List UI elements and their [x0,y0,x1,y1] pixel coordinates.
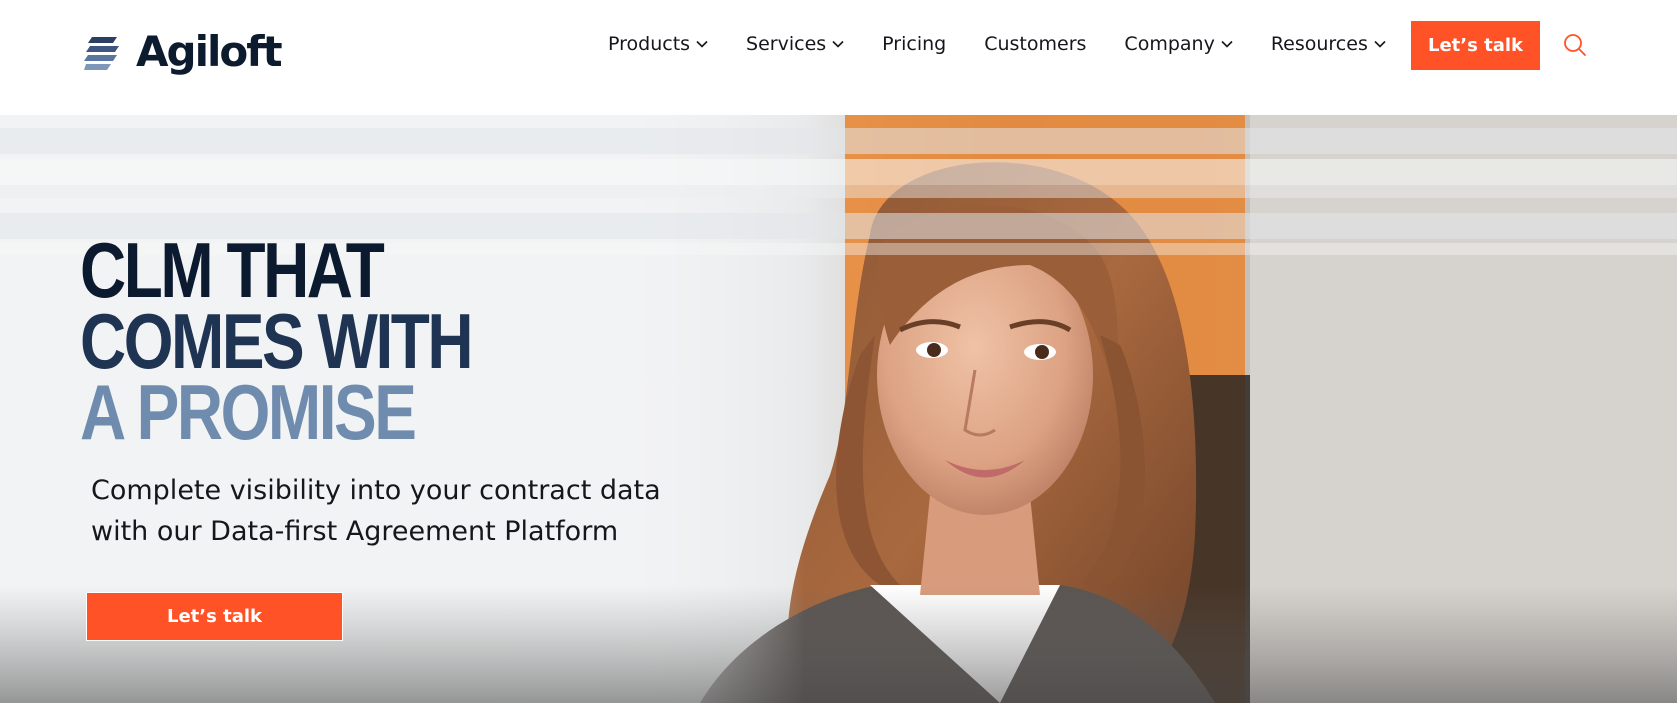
decorative-stripe [0,159,1677,185]
main-nav: Products Services Pricing Customers Comp… [608,31,1386,57]
chevron-down-icon [1221,40,1233,48]
decorative-stripe [0,185,1677,198]
chevron-down-icon [696,40,708,48]
agiloft-logo[interactable]: Agiloft [84,26,283,78]
nav-label: Company [1124,33,1215,55]
nav-pricing[interactable]: Pricing [882,33,946,55]
nav-label: Products [608,33,691,55]
search-button[interactable] [1562,32,1588,58]
hero-subheadline: Complete visibility into your contract d… [91,470,711,552]
nav-label: Resources [1270,33,1368,55]
headline-line-2: COMES WITH [80,297,474,385]
nav-label: Pricing [882,33,947,55]
headline-line-1: CLM THAT [80,226,385,314]
nav-company[interactable]: Company [1124,33,1233,55]
nav-customers[interactable]: Customers [984,33,1086,55]
nav-label: Services [746,33,827,55]
search-icon [1564,34,1586,56]
subheadline-line-1: Complete visibility into your contract d… [91,475,661,506]
site-header: Agiloft Products Services Pricing Custom… [0,0,1677,115]
nav-products[interactable]: Products [608,33,708,55]
chevron-down-icon [1374,40,1386,48]
nav-services[interactable]: Services [746,33,844,55]
nav-label: Customers [984,33,1087,55]
hero-section: CLM THAT COMES WITH A PROMISE Complete v… [0,115,1677,703]
lets-talk-hero-button[interactable]: Let’s talk [86,592,343,641]
nav-resources[interactable]: Resources [1271,33,1386,55]
chevron-down-icon [832,40,844,48]
logo-wordmark: Agiloft [136,27,283,76]
logo-stripes-icon [84,37,119,70]
page: Agiloft Products Services Pricing Custom… [0,0,1677,703]
lets-talk-header-button[interactable]: Let’s talk [1411,21,1540,70]
decorative-stripe [0,128,1677,154]
subheadline-line-2: with our Data-first Agreement Platform [91,516,619,547]
headline-line-3: A PROMISE [80,368,417,456]
hero-headline: CLM THAT COMES WITH A PROMISE [80,226,474,456]
